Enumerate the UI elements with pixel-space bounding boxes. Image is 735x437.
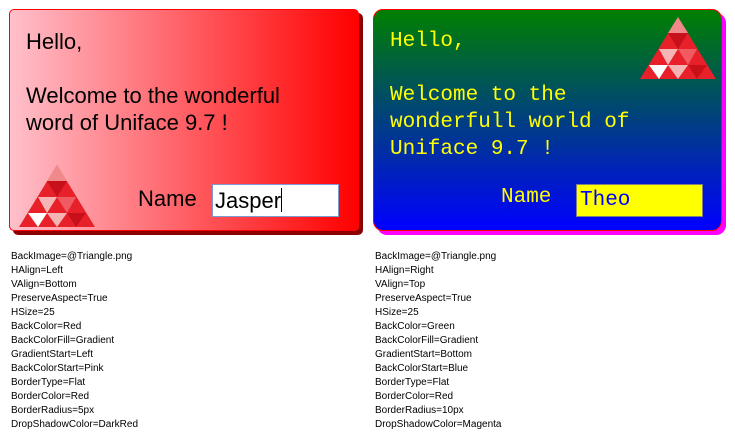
left-name-field[interactable]: Jasper: [212, 184, 339, 217]
right-form-panel: Hello, Welcome to the wonderfull world o…: [373, 9, 722, 231]
right-name-value: Theo: [580, 189, 631, 212]
property-line: BorderRadius=5px: [11, 405, 95, 416]
property-line: BackImage=@Triangle.png: [11, 251, 133, 262]
left-properties-list: BackImage=@Triangle.png HAlign=Left VAli…: [11, 250, 138, 432]
property-line: VAlign=Top: [375, 279, 426, 290]
property-line: BackColorStart=Pink: [11, 363, 104, 374]
triangle-logo-icon: [19, 165, 95, 227]
property-line: GradientStart=Left: [11, 349, 93, 360]
property-line: HAlign=Left: [11, 265, 63, 276]
property-line: BackImage=@Triangle.png: [375, 251, 497, 262]
text-cursor: [281, 188, 283, 212]
left-name-value: Jasper: [215, 188, 282, 213]
property-line: HSize=25: [11, 307, 55, 318]
property-line: BackColorStart=Blue: [375, 363, 469, 374]
property-line: DropShadowColor=DarkRed: [11, 419, 139, 430]
right-name-field[interactable]: Theo: [576, 184, 703, 217]
property-line: DropShadowColor=Magenta: [375, 419, 502, 430]
property-line: BorderColor=Red: [11, 391, 90, 402]
left-greeting-text: Hello, Welcome to the wonderful word of …: [26, 29, 280, 135]
property-line: BackColor=Green: [375, 321, 455, 332]
property-line: BackColor=Red: [11, 321, 82, 332]
property-line: GradientStart=Bottom: [375, 349, 472, 360]
right-name-label: Name: [501, 186, 552, 209]
property-line: HSize=25: [375, 307, 419, 318]
triangle-logo-icon: [640, 17, 716, 79]
property-line: BorderType=Flat: [375, 377, 450, 388]
right-properties-list: BackImage=@Triangle.png HAlign=Right VAl…: [375, 250, 501, 432]
left-form-panel: Hello, Welcome to the wonderful word of …: [9, 9, 359, 231]
property-line: PreserveAspect=True: [11, 293, 108, 304]
property-line: VAlign=Bottom: [11, 279, 77, 290]
left-name-label: Name: [138, 186, 197, 211]
property-line: BorderRadius=10px: [375, 405, 464, 416]
property-line: BackColorFill=Gradient: [375, 335, 479, 346]
property-line: BorderType=Flat: [11, 377, 86, 388]
property-line: BackColorFill=Gradient: [11, 335, 115, 346]
property-line: HAlign=Right: [375, 265, 434, 276]
property-line: BorderColor=Red: [375, 391, 454, 402]
property-line: PreserveAspect=True: [375, 293, 472, 304]
